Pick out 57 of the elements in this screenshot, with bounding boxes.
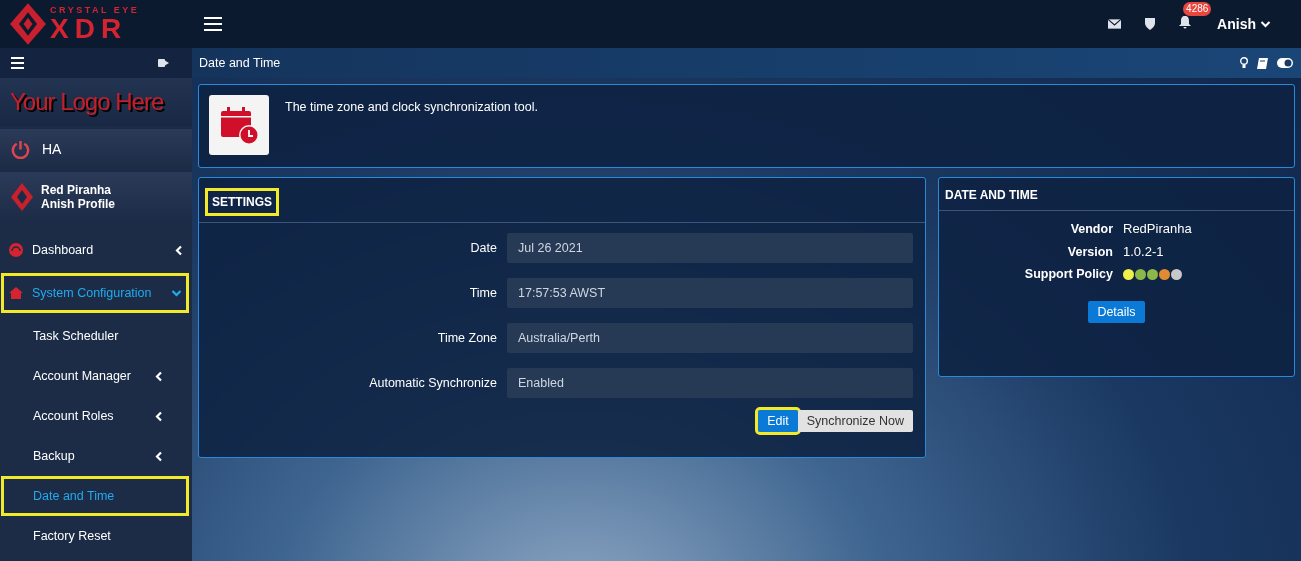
info-value: RedPiranha [1123, 221, 1192, 236]
gauge-icon [9, 243, 23, 257]
profile-logo-icon [11, 183, 33, 211]
chevron-down-icon [1260, 20, 1271, 28]
chevron-left-icon [155, 450, 162, 462]
home-icon [9, 287, 23, 299]
edit-button[interactable]: Edit [758, 410, 798, 432]
info-label: Version [1066, 244, 1113, 259]
profile-name: Red Piranha [41, 183, 113, 197]
lightbulb-icon[interactable] [1240, 57, 1248, 69]
ha-label: HA [42, 141, 62, 157]
page-title: Date and Time [199, 56, 281, 70]
info-label: Support Policy [1023, 267, 1113, 281]
chevron-down-icon [171, 289, 182, 297]
power-icon[interactable] [11, 139, 30, 159]
nav-item[interactable]: Dashboard [1, 230, 189, 270]
nav-item[interactable]: Date and Time [1, 476, 189, 516]
calendar-clock-icon [209, 95, 269, 155]
input-field[interactable]: Jul 26 2021 [507, 233, 913, 263]
menu-icon[interactable] [204, 17, 222, 31]
logout-icon[interactable] [158, 58, 170, 68]
nav-item[interactable]: Account Manager [1, 356, 189, 396]
page-description: The time zone and clock synchronization tool. [285, 100, 538, 114]
logo-icon [10, 3, 46, 45]
info-label: Vendor [1069, 221, 1113, 236]
profile-subtitle: Anish Profile [41, 197, 115, 211]
mail-icon[interactable] [1108, 19, 1122, 29]
user-menu[interactable]: Anish [1217, 16, 1271, 32]
menu-icon[interactable] [11, 57, 24, 69]
shield-icon[interactable] [1145, 18, 1156, 30]
field-label: Time [468, 286, 497, 300]
bell-icon[interactable] [1179, 16, 1192, 29]
chevron-left-icon [155, 370, 162, 382]
info-value: 1.0.2-1 [1123, 244, 1164, 259]
nav-item[interactable]: Account Roles [1, 396, 189, 436]
sync-button[interactable]: Synchronize Now [797, 410, 913, 432]
card-title: SETTINGS [205, 188, 279, 216]
brand-tagline: CRYSTAL EYE [50, 5, 140, 15]
field-label: Time Zone [436, 331, 497, 345]
field-label: Automatic Synchronize [368, 376, 497, 390]
nav-item[interactable]: Factory Reset [1, 516, 189, 556]
notification-count: 4286 [1183, 2, 1212, 16]
chevron-left-icon [155, 410, 162, 422]
input-field[interactable]: 17:57:53 AWST [507, 278, 913, 308]
nav-item[interactable]: Task Scheduler [1, 316, 189, 356]
card-title: DATE AND TIME [945, 188, 1038, 202]
brand-name: XDR [50, 14, 128, 43]
logo-text: Your Logo Here [10, 88, 164, 116]
details-button[interactable]: Details [1088, 301, 1145, 323]
book-icon[interactable] [1257, 57, 1268, 69]
field-label: Date [469, 241, 497, 255]
toggle-icon[interactable] [1277, 58, 1293, 68]
chevron-left-icon [175, 244, 182, 256]
nav-item[interactable]: System Configuration [1, 273, 189, 313]
input-field[interactable]: Enabled [507, 368, 913, 398]
input-field[interactable]: Australia/Perth [507, 323, 913, 353]
nav-item[interactable]: Backup [1, 436, 189, 476]
